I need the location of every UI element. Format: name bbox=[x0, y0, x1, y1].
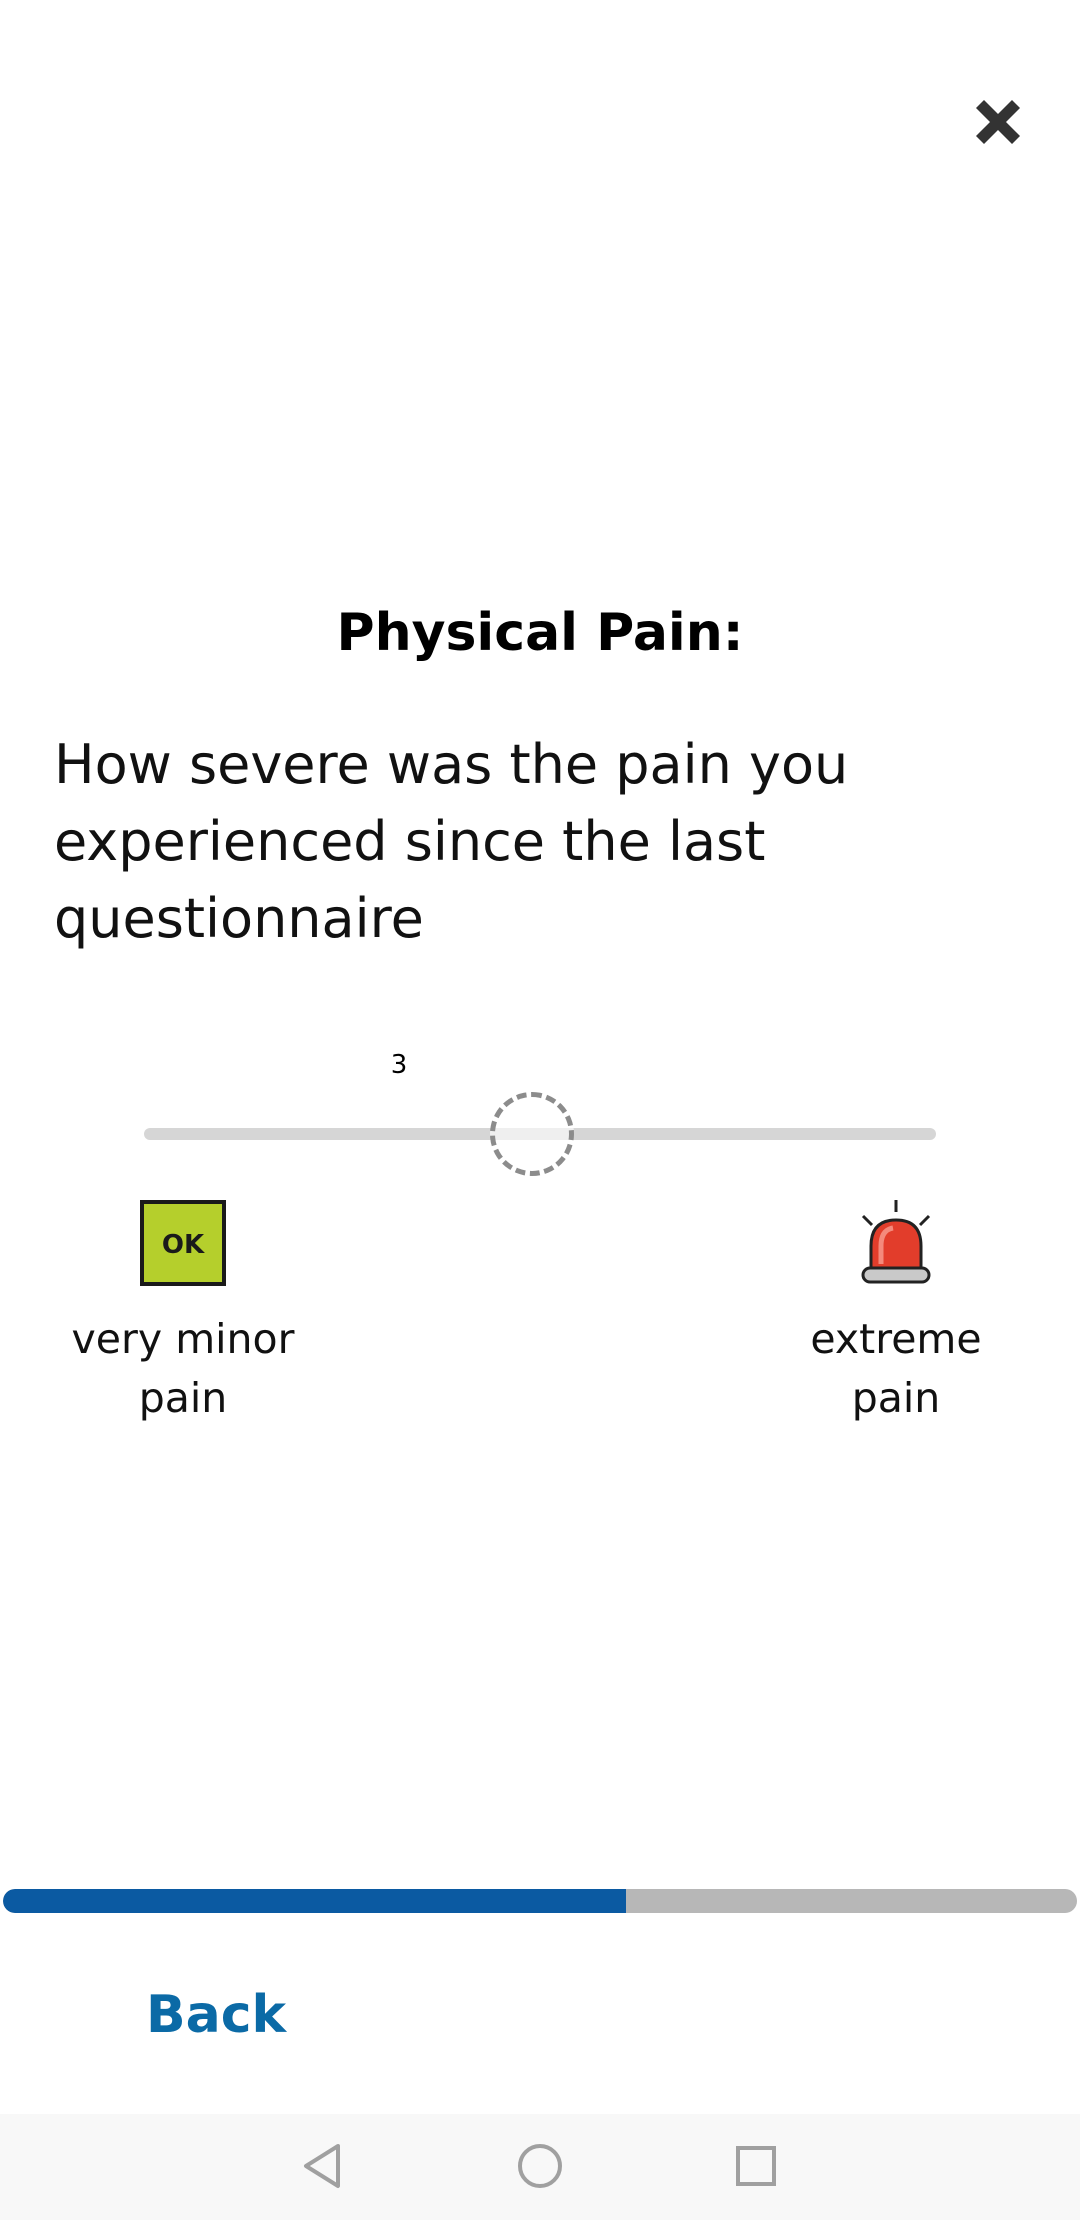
slider-thumb[interactable] bbox=[490, 1092, 575, 1176]
pain-slider[interactable]: 3 bbox=[140, 1040, 940, 1220]
question-title: Physical Pain: bbox=[336, 603, 744, 663]
nav-home-button[interactable] bbox=[510, 2136, 570, 2196]
anchor-maximum-label-line1: extreme bbox=[810, 1315, 982, 1363]
nav-back-button[interactable] bbox=[292, 2136, 352, 2196]
nav-recents-square-icon bbox=[736, 2146, 776, 2186]
close-icon bbox=[976, 100, 1020, 144]
anchor-minimum-label-line1: very minor bbox=[71, 1315, 295, 1363]
slider-value-label: 3 bbox=[390, 1050, 408, 1080]
back-button[interactable]: Back bbox=[146, 1980, 286, 2050]
nav-home-circle-icon bbox=[518, 2144, 562, 2188]
close-button[interactable] bbox=[966, 90, 1030, 154]
progress-bar bbox=[3, 1889, 1077, 1913]
question-text: How severe was the pain you experienced … bbox=[54, 733, 849, 950]
anchor-maximum: extreme pain bbox=[756, 1198, 1036, 1428]
anchor-maximum-label: extreme pain bbox=[756, 1310, 1036, 1428]
nav-recents-button[interactable] bbox=[726, 2136, 786, 2196]
anchor-minimum-label: very minor pain bbox=[43, 1310, 323, 1428]
ok-icon: OK bbox=[140, 1200, 226, 1286]
anchor-maximum-label-line2: pain bbox=[851, 1374, 941, 1422]
anchor-minimum: OK very minor pain bbox=[43, 1198, 323, 1428]
nav-back-triangle-icon bbox=[304, 2144, 340, 2188]
system-navigation-bar bbox=[0, 2114, 1080, 2220]
svg-text:OK: OK bbox=[162, 1230, 205, 1260]
progress-bar-fill bbox=[3, 1889, 626, 1913]
anchor-minimum-label-line2: pain bbox=[138, 1374, 228, 1422]
alarm-siren-icon bbox=[861, 1200, 931, 1284]
